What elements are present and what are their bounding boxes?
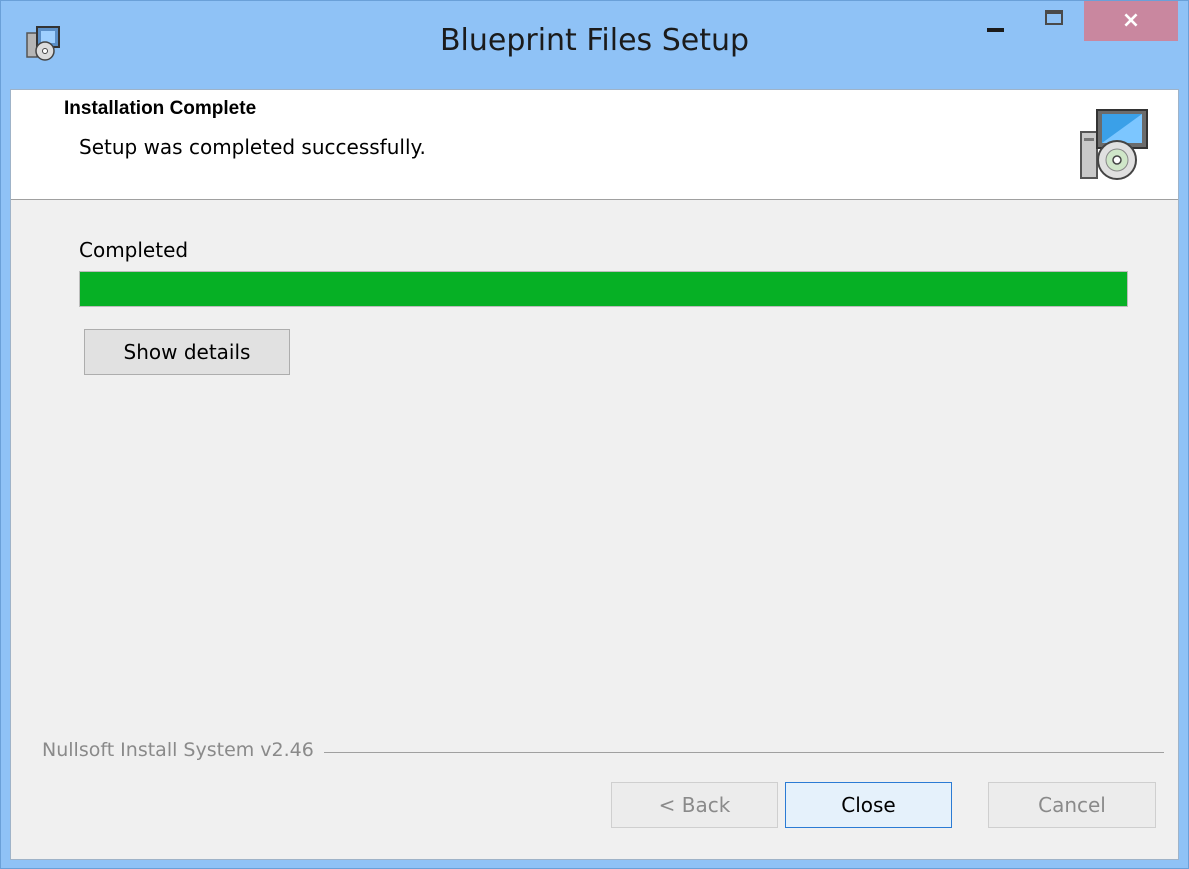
progress-bar-fill (80, 272, 1127, 306)
setup-window: Blueprint Files Setup × Installation Com… (0, 0, 1189, 869)
page-subtitle: Setup was completed successfully. (79, 135, 426, 159)
show-details-button[interactable]: Show details (84, 329, 290, 375)
minimize-button[interactable] (969, 1, 1023, 41)
progress-status-label: Completed (79, 238, 189, 262)
progress-bar (79, 271, 1128, 307)
title-bar[interactable]: Blueprint Files Setup × (1, 1, 1188, 89)
close-window-button[interactable]: × (1084, 1, 1178, 41)
close-button[interactable]: Close (785, 782, 952, 828)
minimize-icon (987, 28, 1004, 32)
back-button[interactable]: < Back (611, 782, 778, 828)
cancel-button[interactable]: Cancel (988, 782, 1156, 828)
dialog-header: Installation Complete Setup was complete… (11, 90, 1178, 200)
installer-computer-cd-icon (1073, 104, 1153, 184)
close-icon: × (1121, 8, 1141, 33)
dialog-client-area: Installation Complete Setup was complete… (10, 89, 1179, 860)
maximize-button[interactable] (1027, 1, 1079, 41)
page-title: Installation Complete (64, 98, 257, 119)
branding-text: Nullsoft Install System v2.46 (42, 739, 324, 761)
maximize-icon (1045, 10, 1063, 25)
